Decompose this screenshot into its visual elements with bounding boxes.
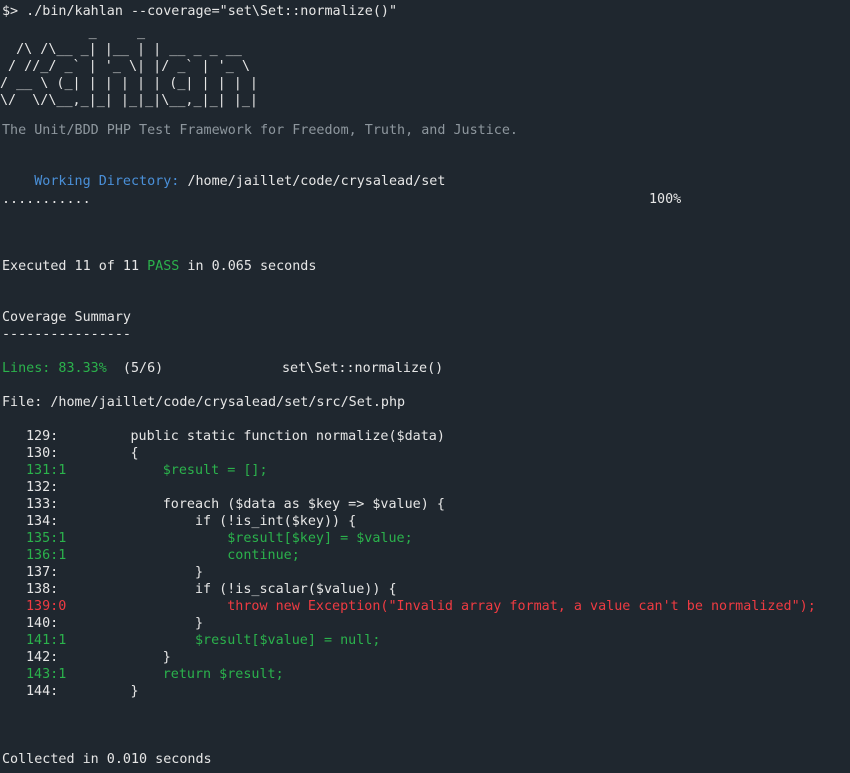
working-directory-path: /home/jaillet/code/crysalead/set xyxy=(187,174,446,189)
source-line-number: 138: xyxy=(26,582,59,597)
source-line-code: { xyxy=(66,446,139,461)
source-line: 142: } xyxy=(26,649,171,666)
source-line-code: if (!is_scalar($value)) { xyxy=(66,582,397,597)
source-line-code: $result[$value] = null; xyxy=(66,633,381,648)
command-line: $> ./bin/kahlan --coverage="set\Set::nor… xyxy=(2,4,398,19)
source-line: 140: } xyxy=(26,615,203,632)
coverage-title: Coverage Summary xyxy=(2,310,131,325)
executed-suffix: in 0.065 seconds xyxy=(179,259,317,274)
lines-target: set\Set::normalize() xyxy=(282,361,444,376)
source-line-number: 129: xyxy=(26,429,59,444)
source-line-code: } xyxy=(66,616,204,631)
source-line-number: 136:1 xyxy=(26,548,67,563)
source-line: 129: public static function normalize($d… xyxy=(26,428,445,445)
source-line-number: 142: xyxy=(26,650,59,665)
tagline: The Unit/BDD PHP Test Framework for Free… xyxy=(2,123,518,138)
source-line: 134: if (!is_int($key)) { xyxy=(26,513,356,530)
source-line: 139:0 throw new Exception("Invalid array… xyxy=(26,598,816,615)
source-line-number: 140: xyxy=(26,616,59,631)
source-line-code: $result[$key] = $value; xyxy=(66,531,413,546)
source-line-number: 130: xyxy=(26,446,59,461)
source-line-number: 143:1 xyxy=(26,667,67,682)
source-line-code: return $result; xyxy=(66,667,284,682)
source-line-number: 137: xyxy=(26,565,59,580)
lines-count: (5/6) xyxy=(106,361,164,376)
source-line-number: 132: xyxy=(26,480,59,495)
source-line-code: } xyxy=(66,684,139,699)
source-line-code: $result = []; xyxy=(66,463,268,478)
source-line-code: continue; xyxy=(66,548,300,563)
kahlan-ascii-logo: _ _ /\ /\__ _| |__ | | __ _ _ __ / //_/ … xyxy=(0,25,258,108)
source-line-number: 134: xyxy=(26,514,59,529)
source-line-number: 135:1 xyxy=(26,531,67,546)
pass-badge: PASS xyxy=(147,259,180,274)
source-line-code: throw new Exception("Invalid array forma… xyxy=(66,599,816,614)
source-line-code: } xyxy=(66,650,171,665)
source-line: 138: if (!is_scalar($value)) { xyxy=(26,581,397,598)
file-path: File: /home/jaillet/code/crysalead/set/s… xyxy=(2,395,406,410)
source-line: 141:1 $result[$value] = null; xyxy=(26,632,380,649)
source-line: 135:1 $result[$key] = $value; xyxy=(26,530,413,547)
source-line: 144: } xyxy=(26,683,139,700)
lines-percent: Lines: 83.33% xyxy=(2,361,107,376)
executed-prefix: Executed 11 of 11 xyxy=(2,259,148,274)
source-line: 131:1 $result = []; xyxy=(26,462,268,479)
source-line-code: if (!is_int($key)) { xyxy=(66,514,357,529)
source-line: 130: { xyxy=(26,445,139,462)
source-line-number: 139:0 xyxy=(26,599,67,614)
source-line: 143:1 return $result; xyxy=(26,666,284,683)
source-line: 136:1 continue; xyxy=(26,547,300,564)
lines-coverage: Lines: 83.33% (5/6) xyxy=(2,360,163,377)
collected-time: Collected in 0.010 seconds xyxy=(2,752,212,767)
source-line-code: public static function normalize($data) xyxy=(66,429,445,444)
source-line-number: 133: xyxy=(26,497,59,512)
source-line-number: 144: xyxy=(26,684,59,699)
progress-dots: ........... xyxy=(2,192,91,207)
executed-summary: Executed 11 of 11 PASS in 0.065 seconds xyxy=(2,258,316,275)
source-line-number: 131:1 xyxy=(26,463,67,478)
working-directory-label: Working Directory: xyxy=(34,174,180,189)
source-line: 137: } xyxy=(26,564,203,581)
source-line-code: } xyxy=(66,565,204,580)
terminal-window: $> ./bin/kahlan --coverage="set\Set::nor… xyxy=(0,0,850,773)
source-line: 132: xyxy=(26,479,66,496)
working-directory: Working Directory: /home/jaillet/code/cr… xyxy=(2,156,445,189)
coverage-rule: ---------------- xyxy=(2,327,131,342)
progress-percent: 100% xyxy=(649,192,682,207)
source-line-number: 141:1 xyxy=(26,633,67,648)
source-line: 133: foreach ($data as $key => $value) { xyxy=(26,496,445,513)
source-line-code: foreach ($data as $key => $value) { xyxy=(66,497,445,512)
